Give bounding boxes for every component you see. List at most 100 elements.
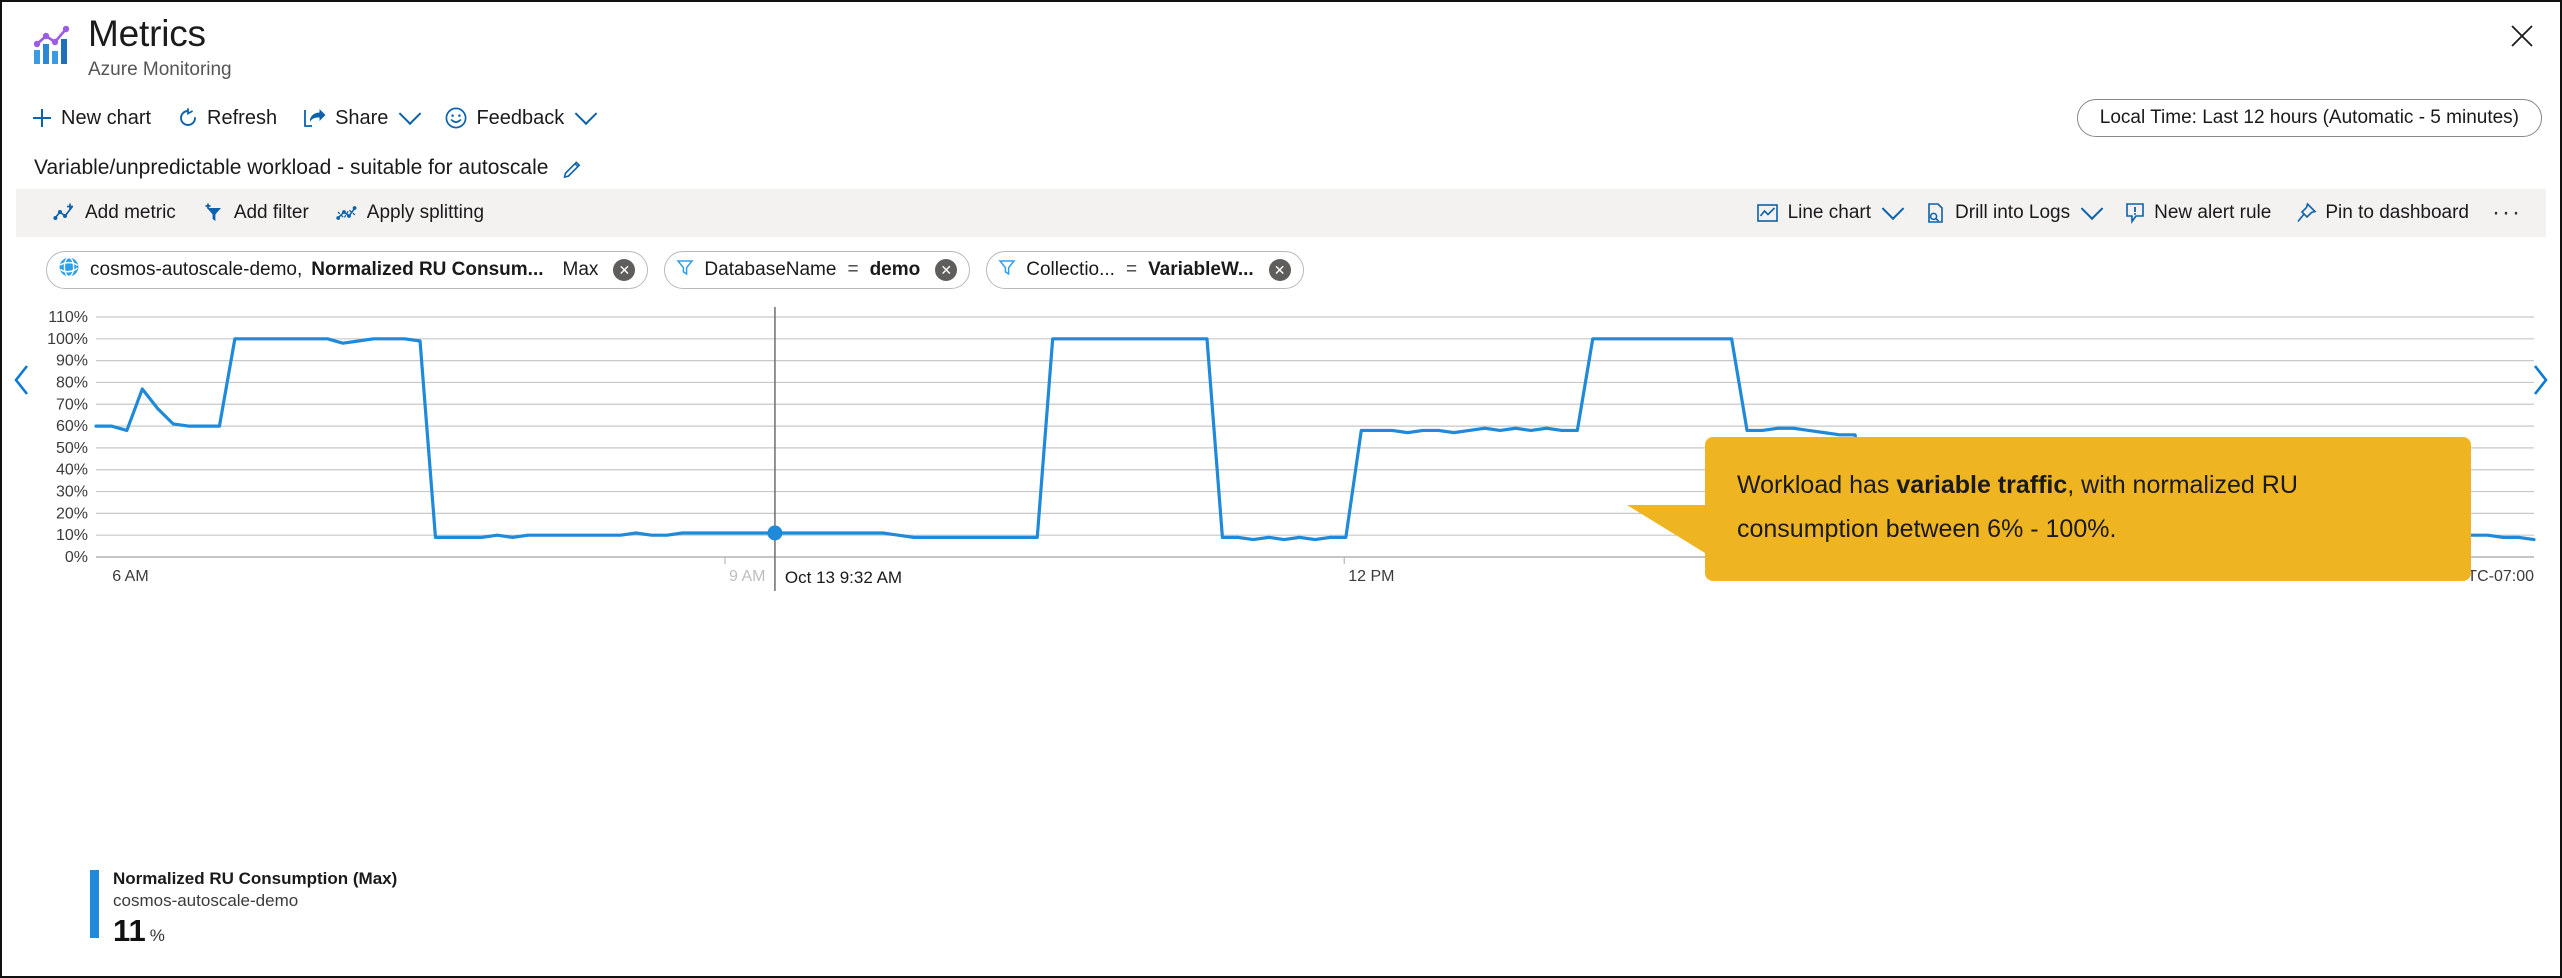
new-chart-label: New chart [61,106,152,129]
feedback-label: Feedback [476,106,565,129]
filter-icon [675,257,695,283]
chevron-down-icon [399,102,422,126]
legend-color-swatch [90,870,99,938]
y-axis-tick-label: 20% [56,505,88,522]
add-metric-label: Add metric [85,202,176,223]
add-filter-label: Add filter [233,202,309,223]
share-icon [303,107,327,129]
refresh-icon [177,107,199,129]
new-alert-rule-label: New alert rule [2154,202,2272,223]
time-range-picker[interactable]: Local Time: Last 12 hours (Automatic - 5… [2076,99,2542,137]
add-metric-button[interactable]: Add metric [42,195,187,231]
more-commands-button[interactable]: ··· [2482,201,2532,225]
chart-title: Variable/unpredictable workload - suitab… [34,156,549,179]
chart-type-label: Line chart [1787,202,1872,223]
page-title: Metrics [88,13,206,54]
remove-metric-icon[interactable]: ✕ [613,259,636,281]
metrics-chart-icon [30,24,76,70]
refresh-label: Refresh [207,106,278,129]
chevron-left-icon[interactable] [6,357,38,403]
y-axis-tick-label: 10% [56,527,88,544]
chevron-down-icon [574,102,598,126]
cosmos-db-icon [57,255,81,285]
command-bar: New chart Refresh Share Feedback Local T… [2,94,2560,142]
filter-value: VariableW... [1148,259,1254,280]
drill-into-logs-label: Drill into Logs [1955,202,2071,223]
remove-filter-icon[interactable]: ✕ [1268,259,1291,281]
line-chart-icon [1756,202,1780,224]
alert-rule-icon [2124,202,2146,224]
y-axis-tick-label: 110% [48,309,88,326]
filter-value: demo [869,259,921,280]
filter-operator: = [847,259,859,280]
remove-filter-icon[interactable]: ✕ [935,259,958,281]
y-axis-tick-label: 30% [56,484,88,501]
smiley-icon [444,106,468,130]
metric-pill[interactable]: cosmos-autoscale-demo, Normalized RU Con… [46,251,649,289]
filter-icon [997,257,1017,283]
new-chart-button[interactable]: New chart [20,99,162,137]
legend-resource-name: cosmos-autoscale-demo [113,891,299,910]
chevron-down-icon [1881,197,1905,221]
add-metric-icon [53,202,77,224]
legend-value-number: 11 [113,913,146,948]
annotation-text-bold: variable traffic [1896,471,2068,499]
pin-icon [2295,202,2317,224]
x-axis-tick-label: 9 AM [729,568,765,585]
apply-splitting-icon [335,202,359,224]
chevron-right-icon[interactable] [2524,357,2556,403]
filter-dimension: Collectio... [1026,259,1115,280]
chevron-down-icon [2080,197,2104,221]
pin-to-dashboard-button[interactable]: Pin to dashboard [2284,195,2480,231]
filter-pill-collection[interactable]: Collectio... = VariableW... ✕ [986,251,1304,289]
y-axis-tick-label: 60% [56,418,88,435]
chart-toolbar-right: Line chart Drill into Logs New alert rul… [1745,195,2532,231]
y-axis-tick-label: 80% [56,374,88,391]
y-axis-tick-label: 100% [47,331,88,348]
metric-pills-row: cosmos-autoscale-demo, Normalized RU Con… [16,237,2546,301]
share-label: Share [335,106,389,129]
x-axis-tick-label: 12 PM [1348,568,1394,585]
legend-text: Normalized RU Consumption (Max) cosmos-a… [113,868,397,947]
metric-pill-resource: cosmos-autoscale-demo, [90,259,303,280]
chart-toolbar: Add metric Add filter Apply splitting Li… [16,189,2546,237]
feedback-button[interactable]: Feedback [433,99,605,137]
metric-pill-metric: Normalized RU Consum... [311,259,544,280]
refresh-button[interactable]: Refresh [166,99,288,137]
callout-tail [1627,505,1705,553]
drill-into-logs-button[interactable]: Drill into Logs [1914,195,2111,231]
y-axis-tick-label: 40% [56,462,88,479]
annotation-callout: Workload has variable traffic, with norm… [1627,437,2471,581]
y-axis-tick-label: 90% [56,353,88,370]
new-alert-rule-button[interactable]: New alert rule [2113,195,2282,231]
filter-dimension: DatabaseName [704,259,837,280]
filter-pill-databasename[interactable]: DatabaseName = demo ✕ [664,251,971,289]
drill-logs-icon [1925,202,1947,224]
highlighted-data-point[interactable] [767,525,783,541]
metrics-blade: Metrics Azure Monitoring New chart Refre… [0,0,2562,978]
chart-type-button[interactable]: Line chart [1745,195,1912,231]
legend-value-unit: % [149,926,165,945]
chart-legend[interactable]: Normalized RU Consumption (Max) cosmos-a… [90,868,397,947]
chart-title-row: Variable/unpredictable workload - suitab… [16,147,2546,189]
pin-to-dashboard-label: Pin to dashboard [2325,202,2470,223]
pencil-icon[interactable] [562,157,584,179]
y-axis-tick-label: 0% [65,549,88,566]
filter-operator: = [1125,259,1138,280]
x-axis-tick-label: 6 AM [112,568,148,585]
plus-icon [31,107,53,129]
crosshair-time-label: Oct 13 9:32 AM [785,568,902,587]
header-titles: Metrics Azure Monitoring [88,12,232,82]
annotation-text-part1: Workload has [1737,471,1897,499]
apply-splitting-button[interactable]: Apply splitting [324,195,495,231]
add-filter-button[interactable]: Add filter [191,195,320,231]
add-filter-icon [202,202,226,224]
y-axis-tick-label: 50% [56,440,88,457]
blade-header: Metrics Azure Monitoring [2,2,2560,94]
share-button[interactable]: Share [292,99,429,137]
y-axis-tick-label: 70% [56,396,88,413]
apply-splitting-label: Apply splitting [366,202,485,223]
page-subtitle: Azure Monitoring [88,59,232,80]
close-icon[interactable] [2498,12,2546,60]
metric-pill-aggregation: Max [562,259,599,280]
